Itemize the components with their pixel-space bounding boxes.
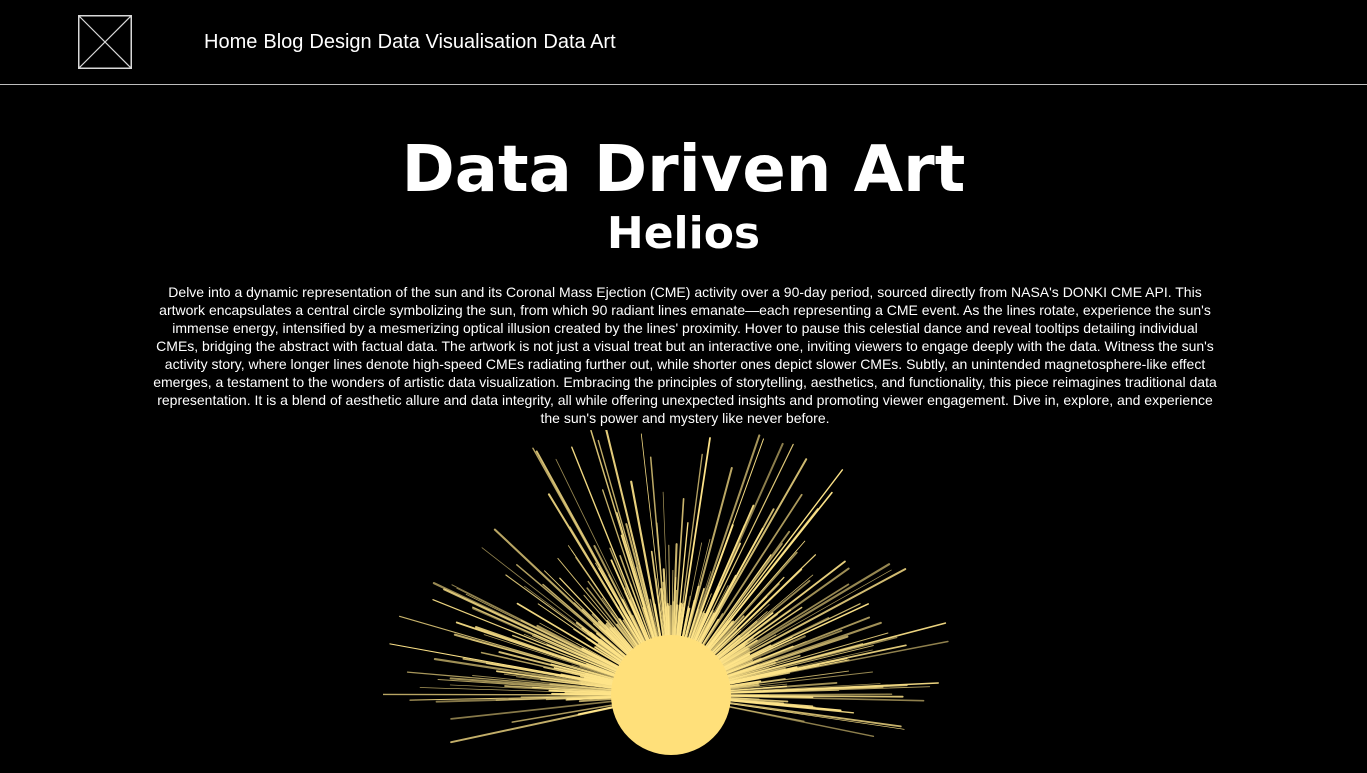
cme-ray[interactable] — [450, 705, 620, 744]
artwork-description: Delve into a dynamic representation of t… — [153, 284, 1217, 426]
cme-ray[interactable] — [678, 437, 711, 643]
nav-data-art-link[interactable]: Data Art — [543, 29, 615, 55]
main-nav: Home Blog Design Data Visualisation Data… — [204, 29, 616, 55]
nav-design-link[interactable]: Design — [309, 29, 371, 55]
page-title: Data Driven Art — [401, 133, 966, 207]
sun-circle[interactable] — [611, 635, 731, 755]
nav-blog-link[interactable]: Blog — [263, 29, 303, 55]
site-header: Home Blog Design Data Visualisation Data… — [0, 0, 1367, 85]
nav-home-link[interactable]: Home — [204, 29, 257, 55]
artwork-title: Helios — [606, 208, 761, 259]
cme-ray[interactable] — [450, 699, 619, 720]
nav-data-visualisation-link[interactable]: Data Visualisation — [378, 29, 538, 55]
helios-sun-artwork[interactable] — [383, 430, 983, 773]
logo-placeholder-icon[interactable] — [78, 15, 132, 69]
